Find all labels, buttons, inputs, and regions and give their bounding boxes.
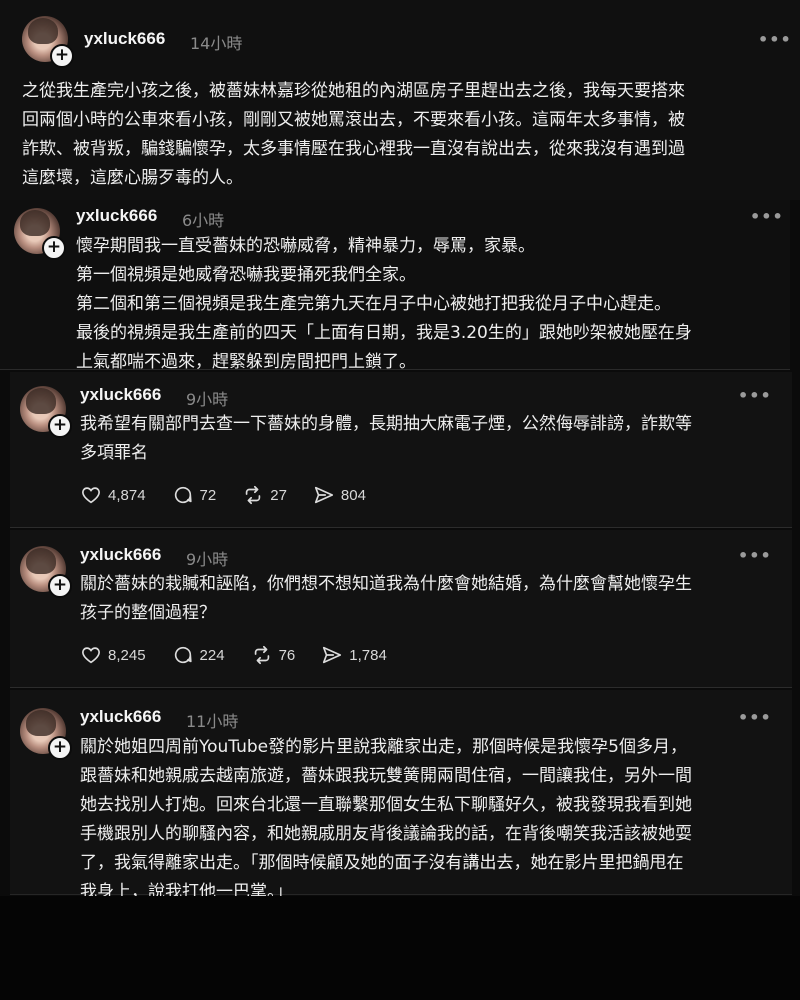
heart-icon	[82, 487, 100, 504]
timestamp: 6小時	[182, 211, 225, 230]
post-text-line: 之從我生產完小孩之後，被薔妹林嘉珍從她租的內湖區房子里趕出去之後，我每天要搭來	[22, 81, 685, 101]
avatar[interactable]: +	[22, 16, 74, 68]
timestamp: 11小時	[186, 712, 239, 731]
more-options-icon[interactable]: •••	[738, 386, 772, 405]
post-text-line: 這麼壞，這麼心腸歹毒的人。	[22, 168, 243, 188]
post-text: 懷孕期間我一直受薔妹的恐嚇威脅，精神暴力，辱罵，家暴。 第一個視頻是她威脅恐嚇我…	[76, 232, 692, 377]
post-text-line: 關於薔妹的栽贓和誣陷，你們想不想知道我為什麼會她結婚，為什麼會幫她懷孕生	[80, 574, 692, 594]
send-icon	[323, 646, 342, 664]
like-button[interactable]: 4,874	[80, 484, 146, 506]
post-text-line: 回兩個小時的公車來看小孩，剛剛又被她罵滾出去，不要來看小孩。這兩年太多事情，被	[22, 110, 685, 130]
username[interactable]: yxluck666	[80, 707, 161, 727]
more-options-icon[interactable]: •••	[738, 708, 772, 727]
post-text-line: 多項罪名	[80, 443, 148, 463]
reply-count: 224	[199, 646, 225, 664]
username[interactable]: yxluck666	[84, 29, 165, 49]
reply-button[interactable]: 224	[172, 644, 225, 666]
post-text-line: 最後的視頻是我生產前的四天「上面有日期，我是3.20生的」跟她吵架被她壓在身	[76, 323, 692, 343]
post-text-line: 第一個視頻是她威脅恐嚇我要捅死我們全家。	[76, 265, 416, 285]
share-count: 804	[340, 486, 366, 504]
follow-plus-icon[interactable]: +	[50, 44, 74, 68]
follow-plus-icon[interactable]: +	[48, 736, 72, 760]
post-text-line: 跟薔妹和她親戚去越南旅遊，薔妹跟我玩雙簧開兩間住宿，一間讓我住，另外一間	[80, 766, 692, 786]
post-1: + yxluck666 14小時 ••• 之從我生產完小孩之後，被薔妹林嘉珍從她…	[0, 0, 800, 200]
reply-count: 72	[199, 486, 217, 504]
post-text: 關於薔妹的栽贓和誣陷，你們想不想知道我為什麼會她結婚，為什麼會幫她懷孕生 孩子的…	[80, 570, 692, 628]
like-count: 4,874	[108, 486, 146, 504]
share-count: 1,784	[349, 646, 387, 664]
timestamp: 9小時	[186, 550, 229, 569]
post-text: 之從我生產完小孩之後，被薔妹林嘉珍從她租的內湖區房子里趕出去之後，我每天要搭來 …	[22, 77, 685, 193]
post-text: 關於她姐四周前YouTube發的影片里說我離家出走，那個時候是我懷孕5個多月， …	[80, 733, 692, 907]
repost-button[interactable]: 76	[251, 644, 296, 666]
avatar[interactable]: +	[20, 708, 72, 760]
username[interactable]: yxluck666	[80, 545, 161, 565]
post-5: + yxluck666 11小時 ••• 關於她姐四周前YouTube發的影片里…	[10, 690, 792, 902]
share-button[interactable]: 1,784	[321, 644, 387, 666]
send-icon	[314, 486, 333, 504]
avatar[interactable]: +	[20, 386, 72, 438]
post-text-line: 手機跟別人的聊騷內容，和她親戚朋友背後議論我的話，在背後嘲笑我活該被她耍	[80, 824, 692, 844]
repost-icon	[254, 645, 269, 665]
reply-button[interactable]: 72	[172, 484, 217, 506]
like-button[interactable]: 8,245	[80, 644, 146, 666]
post-3: + yxluck666 9小時 ••• 我希望有關部門去查一下薔妹的身體，長期抽…	[10, 372, 792, 528]
post-text-line: 孩子的整個過程？	[80, 603, 216, 623]
follow-plus-icon[interactable]: +	[48, 414, 72, 438]
more-options-icon[interactable]: •••	[758, 30, 792, 49]
post-4: + yxluck666 9小時 ••• 關於薔妹的栽贓和誣陷，你們想不想知道我為…	[10, 530, 792, 688]
post-text-line: 了，我氣得離家出走。「那個時候顧及她的面子沒有講出去，她在影片里把鍋甩在	[80, 853, 684, 873]
follow-plus-icon[interactable]: +	[42, 236, 66, 260]
action-bar: 8,245 224 76 1,784	[80, 644, 413, 666]
like-count: 8,245	[108, 646, 146, 664]
more-options-icon[interactable]: •••	[738, 546, 772, 565]
timestamp: 14小時	[190, 34, 243, 53]
post-2: + yxluck666 6小時 ••• 懷孕期間我一直受薔妹的恐嚇威脅，精神暴力…	[0, 200, 790, 372]
share-button[interactable]: 804	[313, 484, 366, 506]
post-text-line: 懷孕期間我一直受薔妹的恐嚇威脅，精神暴力，辱罵，家暴。	[76, 236, 535, 256]
repost-count: 27	[270, 486, 287, 504]
comment-icon	[174, 646, 192, 664]
follow-plus-icon[interactable]: +	[48, 574, 72, 598]
username[interactable]: yxluck666	[76, 206, 157, 226]
repost-count: 76	[278, 646, 296, 664]
timestamp: 9小時	[186, 390, 229, 409]
post-text: 我希望有關部門去查一下薔妹的身體，長期抽大麻電子煙，公然侮辱誹謗，詐欺等 多項罪…	[80, 410, 692, 468]
username[interactable]: yxluck666	[80, 385, 161, 405]
action-bar: 4,874 72 27 804	[80, 484, 392, 506]
post-text-line: 我希望有關部門去查一下薔妹的身體，長期抽大麻電子煙，公然侮辱誹謗，詐欺等	[80, 414, 692, 434]
more-options-icon[interactable]: •••	[750, 207, 784, 226]
repost-icon	[245, 485, 261, 505]
avatar[interactable]: +	[20, 546, 72, 598]
post-text-line: 關於她姐四周前YouTube發的影片里說我離家出走，那個時候是我懷孕5個多月，	[80, 737, 687, 757]
heart-icon	[82, 647, 100, 664]
post-text-line: 她去找別人打炮。回來台北還一直聯繫那個女生私下聊騷好久，被我發現我看到她	[80, 795, 692, 815]
post-text-line: 第二個和第三個視頻是我生產完第九天在月子中心被她打把我從月子中心趕走。	[76, 294, 671, 314]
empty-area	[0, 896, 800, 1000]
repost-button[interactable]: 27	[242, 484, 287, 506]
post-text-line: 詐欺、被背叛，騙錢騙懷孕，太多事情壓在我心裡我一直沒有說出去，從來我沒有遇到過	[22, 139, 685, 159]
avatar[interactable]: +	[14, 208, 66, 260]
comment-icon	[174, 486, 192, 504]
